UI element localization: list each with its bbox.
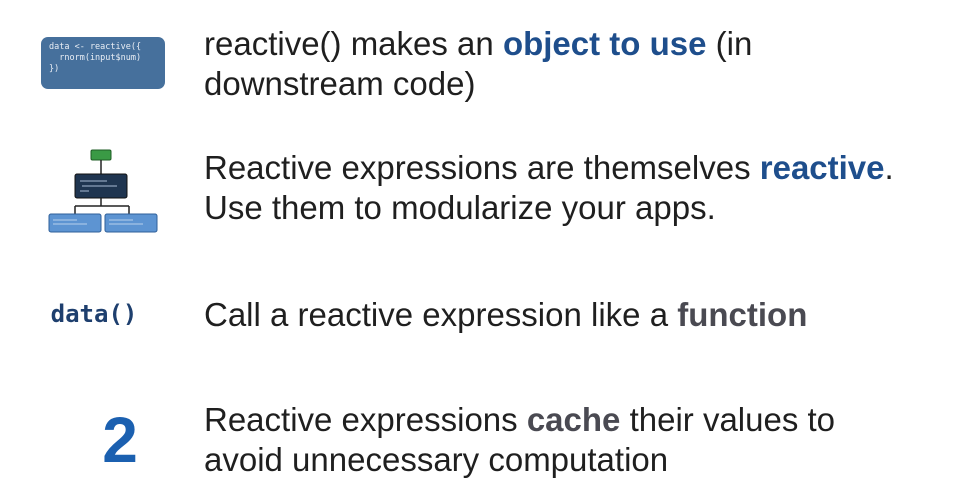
row4-highlight: cache bbox=[526, 401, 621, 438]
row-cache: 2 Reactive expressions cache their value… bbox=[0, 398, 977, 488]
row-call-function: data() Call a reactive expression like a… bbox=[0, 290, 977, 340]
row2-line-2: Use them to modularize your apps. bbox=[204, 189, 716, 226]
row1-text-pre: reactive() makes an bbox=[204, 25, 503, 62]
code-call-label: data() bbox=[50, 300, 138, 328]
diagram-left-leaf bbox=[48, 213, 102, 233]
row1-line-2: downstream code) bbox=[204, 65, 476, 102]
row4-icon-area: 2 bbox=[30, 404, 210, 476]
row1-highlight: object to use bbox=[502, 25, 707, 62]
row1-text-post: (in bbox=[706, 25, 753, 62]
row-reactive-modular: Reactive expressions are themselves reac… bbox=[0, 140, 977, 240]
row-reactive-object: data <- reactive({ rnorm(input$num)}) re… bbox=[0, 14, 977, 114]
row4-line-1: Reactive expressions cache their values … bbox=[204, 400, 964, 440]
row1-text: reactive() makes an object to use (in do… bbox=[204, 24, 964, 104]
row4-text: Reactive expressions cache their values … bbox=[204, 400, 964, 480]
row2-line-1: Reactive expressions are themselves reac… bbox=[204, 148, 964, 188]
diagram-top-node bbox=[90, 149, 112, 161]
code-line-1: data <- reactive({ bbox=[49, 42, 142, 52]
code-line-2: rnorm(input$num) bbox=[49, 53, 142, 63]
slide: data <- reactive({ rnorm(input$num)}) re… bbox=[0, 0, 977, 504]
code-snippet-icon: data <- reactive({ rnorm(input$num)}) bbox=[41, 37, 165, 89]
cache-number: 2 bbox=[102, 404, 138, 476]
dependency-tree-icon bbox=[48, 149, 158, 233]
row2-text-post: . bbox=[884, 149, 894, 186]
row1-line-1: reactive() makes an object to use (in bbox=[204, 24, 964, 64]
row1-icon-area: data <- reactive({ rnorm(input$num)}) bbox=[18, 37, 188, 89]
row3-highlight: function bbox=[677, 296, 808, 333]
row4-text-post: their values to bbox=[620, 401, 836, 438]
row3-icon-area: data() bbox=[4, 294, 184, 334]
row2-highlight: reactive bbox=[759, 149, 885, 186]
row3-text-pre: Call a reactive expression like a bbox=[204, 296, 678, 333]
diagram-right-leaf bbox=[104, 213, 158, 233]
row4-text-pre: Reactive expressions bbox=[204, 401, 527, 438]
row2-icon-area bbox=[18, 148, 188, 234]
row3-text: Call a reactive expression like a functi… bbox=[204, 295, 964, 335]
row2-text: Reactive expressions are themselves reac… bbox=[204, 148, 964, 228]
row4-line-2: avoid unnecessary computation bbox=[204, 441, 669, 478]
row2-text-pre: Reactive expressions are themselves bbox=[204, 149, 760, 186]
code-line-3: }) bbox=[49, 64, 60, 74]
